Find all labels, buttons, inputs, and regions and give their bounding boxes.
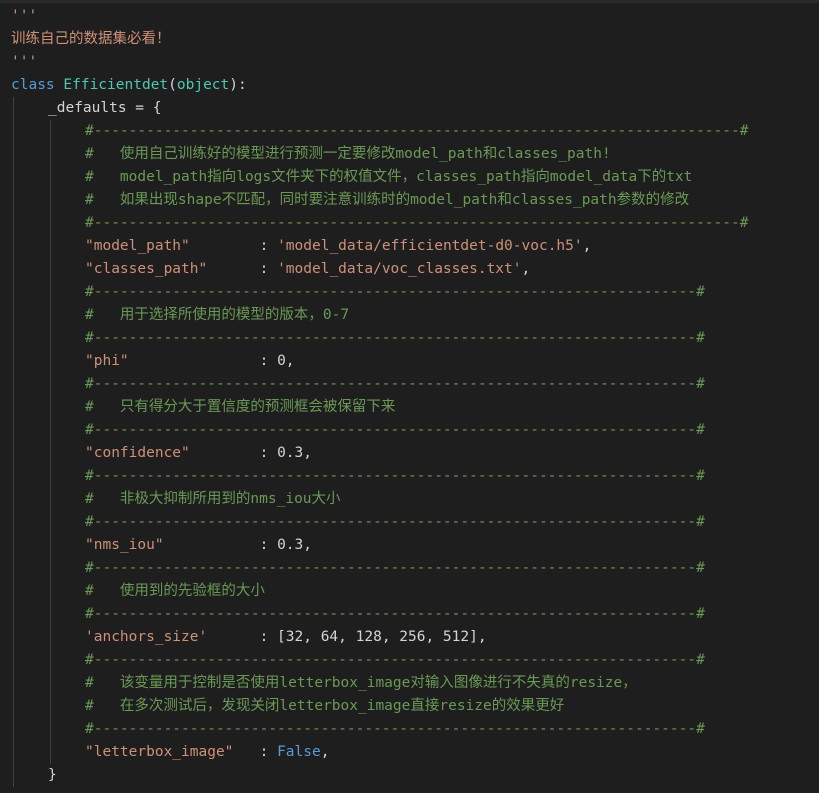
code-line[interactable]: #---------------------------------------… bbox=[0, 327, 819, 350]
code-token: # 使用自己训练好的模型进行预测一定要修改model_path和classes_… bbox=[85, 146, 611, 162]
code-token: 'model_data/voc_classes.txt' bbox=[277, 261, 522, 277]
code-line[interactable]: "classes_path" : 'model_data/voc_classes… bbox=[0, 258, 819, 281]
code-token: # 该变量用于控制是否使用letterbox_image对输入图像进行不失真的r… bbox=[85, 675, 637, 691]
code-token: #---------------------------------------… bbox=[85, 468, 705, 484]
code-line[interactable]: # 在多次测试后，发现关闭letterbox_image直接resize的效果更… bbox=[0, 695, 819, 718]
code-token: "letterbox_image" bbox=[85, 744, 234, 760]
code-token: #---------------------------------------… bbox=[85, 721, 705, 737]
code-line[interactable]: #---------------------------------------… bbox=[0, 281, 819, 304]
code-line[interactable]: # 只有得分大于置信度的预测框会被保留下来 bbox=[0, 396, 819, 419]
code-line[interactable]: "letterbox_image" : False, bbox=[0, 741, 819, 764]
code-token: #---------------------------------------… bbox=[85, 376, 705, 392]
code-line[interactable]: _defaults = { bbox=[0, 97, 819, 120]
code-editor[interactable]: ''' 训练自己的数据集必看！ ''' class Efficientdet(obje… bbox=[0, 0, 819, 793]
code-token: #---------------------------------------… bbox=[85, 284, 705, 300]
code-token: #---------------------------------------… bbox=[85, 215, 749, 231]
code-line[interactable]: class Efficientdet(object): bbox=[0, 74, 819, 97]
code-token: } bbox=[48, 767, 57, 783]
code-token: ''' bbox=[11, 8, 38, 24]
code-token: #---------------------------------------… bbox=[85, 514, 705, 530]
code-token: "nms_iou" bbox=[85, 537, 164, 553]
code-line[interactable]: #---------------------------------------… bbox=[0, 603, 819, 626]
code-token: # 只有得分大于置信度的预测框会被保留下来 bbox=[85, 399, 396, 415]
code-line[interactable]: ''' bbox=[0, 51, 819, 74]
code-token: 'anchors_size' bbox=[85, 629, 208, 645]
code-line[interactable]: #---------------------------------------… bbox=[0, 511, 819, 534]
code-token: ''' bbox=[11, 54, 38, 70]
code-token: # 如果出现shape不匹配，同时要注意训练时的model_path和class… bbox=[85, 192, 690, 208]
code-token: # 使用到的先验框的大小 bbox=[85, 583, 265, 599]
code-line[interactable]: #---------------------------------------… bbox=[0, 419, 819, 442]
code-line[interactable]: "nms_iou" : 0.3, bbox=[0, 534, 819, 557]
code-line[interactable]: # 使用到的先验框的大小 bbox=[0, 580, 819, 603]
code-line[interactable]: #---------------------------------------… bbox=[0, 718, 819, 741]
code-token: "classes_path" bbox=[85, 261, 208, 277]
code-token: class bbox=[11, 77, 64, 93]
code-line[interactable]: #---------------------------------------… bbox=[0, 557, 819, 580]
code-line[interactable]: "model_path" : 'model_data/efficientdet-… bbox=[0, 235, 819, 258]
code-token: 训练自己的数据集必看！ bbox=[11, 31, 171, 47]
code-token: ( bbox=[168, 77, 177, 93]
code-token: _defaults = { bbox=[48, 100, 162, 116]
code-token: : bbox=[233, 744, 278, 760]
code-line[interactable]: } bbox=[0, 764, 819, 787]
code-token: #---------------------------------------… bbox=[85, 606, 705, 622]
code-token: : [32, 64, 128, 256, 512], bbox=[207, 629, 487, 645]
code-line[interactable]: #---------------------------------------… bbox=[0, 120, 819, 143]
code-token: # model_path指向logs文件夹下的权值文件，classes_path… bbox=[85, 169, 693, 185]
code-line[interactable]: #---------------------------------------… bbox=[0, 649, 819, 672]
code-token: ): bbox=[229, 77, 247, 93]
code-token: #---------------------------------------… bbox=[85, 422, 705, 438]
code-line[interactable]: "phi" : 0, bbox=[0, 350, 819, 373]
code-line[interactable]: 训练自己的数据集必看！ bbox=[0, 28, 819, 51]
code-token: : bbox=[189, 445, 278, 461]
code-token: 0 bbox=[277, 353, 286, 369]
code-line[interactable]: # 使用自己训练好的模型进行预测一定要修改model_path和classes_… bbox=[0, 143, 819, 166]
code-token: #---------------------------------------… bbox=[85, 560, 705, 576]
code-token: , bbox=[582, 238, 592, 254]
code-token: , bbox=[521, 261, 531, 277]
code-token: object bbox=[176, 77, 230, 93]
code-token: : bbox=[163, 537, 278, 553]
code-token: # 在多次测试后，发现关闭letterbox_image直接resize的效果更… bbox=[85, 698, 565, 714]
code-token: #---------------------------------------… bbox=[85, 652, 705, 668]
code-token: : bbox=[207, 261, 278, 277]
code-token: , bbox=[303, 537, 313, 553]
code-line[interactable]: 'anchors_size' : [32, 64, 128, 256, 512]… bbox=[0, 626, 819, 649]
code-token: , bbox=[285, 353, 295, 369]
code-line[interactable]: #---------------------------------------… bbox=[0, 373, 819, 396]
code-token: # 非极大抑制所用到的nms_iou大小 bbox=[85, 491, 341, 507]
code-token: : bbox=[128, 353, 278, 369]
code-token: False bbox=[277, 744, 321, 760]
code-line[interactable]: # 非极大抑制所用到的nms_iou大小 bbox=[0, 488, 819, 511]
code-line[interactable]: ''' bbox=[0, 5, 819, 28]
code-token: 0.3 bbox=[277, 445, 304, 461]
code-line[interactable]: # 如果出现shape不匹配，同时要注意训练时的model_path和class… bbox=[0, 189, 819, 212]
code-token: #---------------------------------------… bbox=[85, 123, 749, 139]
code-line[interactable]: #---------------------------------------… bbox=[0, 465, 819, 488]
code-line[interactable]: # model_path指向logs文件夹下的权值文件，classes_path… bbox=[0, 166, 819, 189]
code-line[interactable]: # 用于选择所使用的模型的版本，0-7 bbox=[0, 304, 819, 327]
code-line[interactable]: #---------------------------------------… bbox=[0, 212, 819, 235]
code-token: , bbox=[320, 744, 330, 760]
code-token: Efficientdet bbox=[63, 77, 169, 93]
code-token: : bbox=[189, 238, 278, 254]
code-token: "phi" bbox=[85, 353, 129, 369]
code-line[interactable]: # 该变量用于控制是否使用letterbox_image对输入图像进行不失真的r… bbox=[0, 672, 819, 695]
code-token: , bbox=[303, 445, 313, 461]
code-token: 0.3 bbox=[277, 537, 304, 553]
code-token: # 用于选择所使用的模型的版本，0-7 bbox=[85, 307, 350, 323]
code-token: #---------------------------------------… bbox=[85, 330, 705, 346]
code-token: 'model_data/efficientdet-d0-voc.h5' bbox=[277, 238, 583, 254]
code-line[interactable]: "confidence" : 0.3, bbox=[0, 442, 819, 465]
code-token: "confidence" bbox=[85, 445, 190, 461]
code-token: "model_path" bbox=[85, 238, 190, 254]
